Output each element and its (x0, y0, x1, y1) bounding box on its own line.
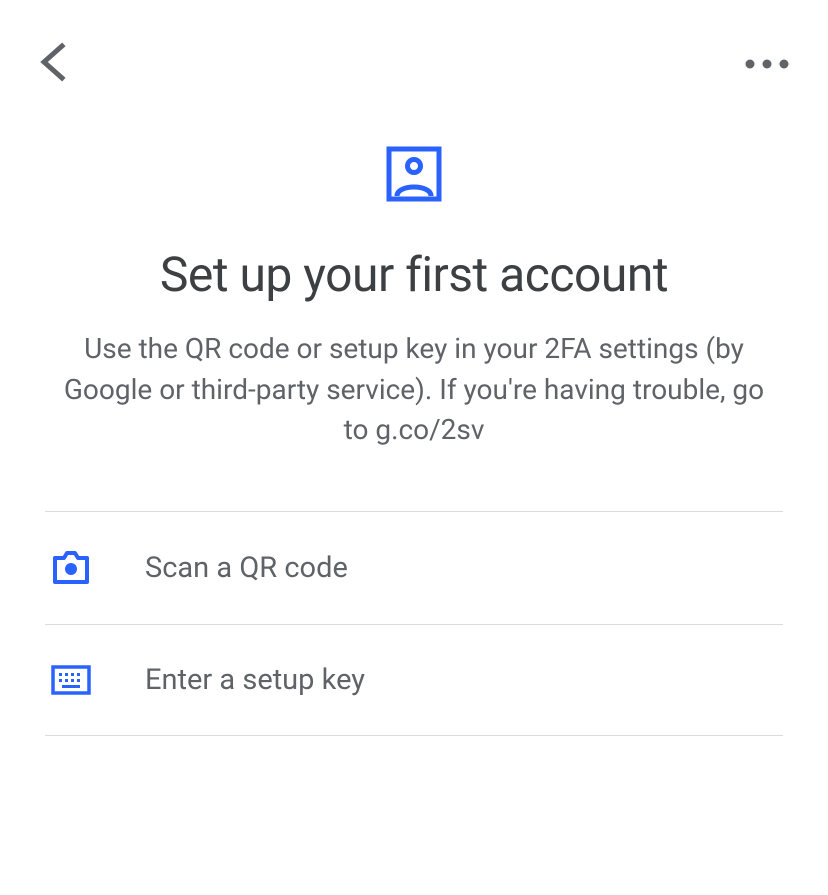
enter-key-label: Enter a setup key (145, 663, 365, 697)
account-icon (386, 146, 442, 206)
main-content: Set up your first account Use the QR cod… (0, 86, 828, 736)
scan-qr-option[interactable]: Scan a QR code (45, 511, 783, 624)
page-title: Set up your first account (45, 246, 783, 303)
top-bar (0, 0, 828, 86)
back-button[interactable] (36, 42, 72, 86)
enter-key-option[interactable]: Enter a setup key (45, 624, 783, 736)
hero-section: Set up your first account Use the QR cod… (45, 146, 783, 511)
camera-icon (51, 550, 91, 586)
chevron-left-icon (36, 67, 72, 86)
scan-qr-label: Scan a QR code (145, 551, 348, 585)
page-subtitle: Use the QR code or setup key in your 2FA… (45, 329, 783, 451)
more-horizontal-icon (742, 55, 792, 74)
keyboard-icon (51, 665, 91, 695)
more-button[interactable] (742, 55, 792, 74)
